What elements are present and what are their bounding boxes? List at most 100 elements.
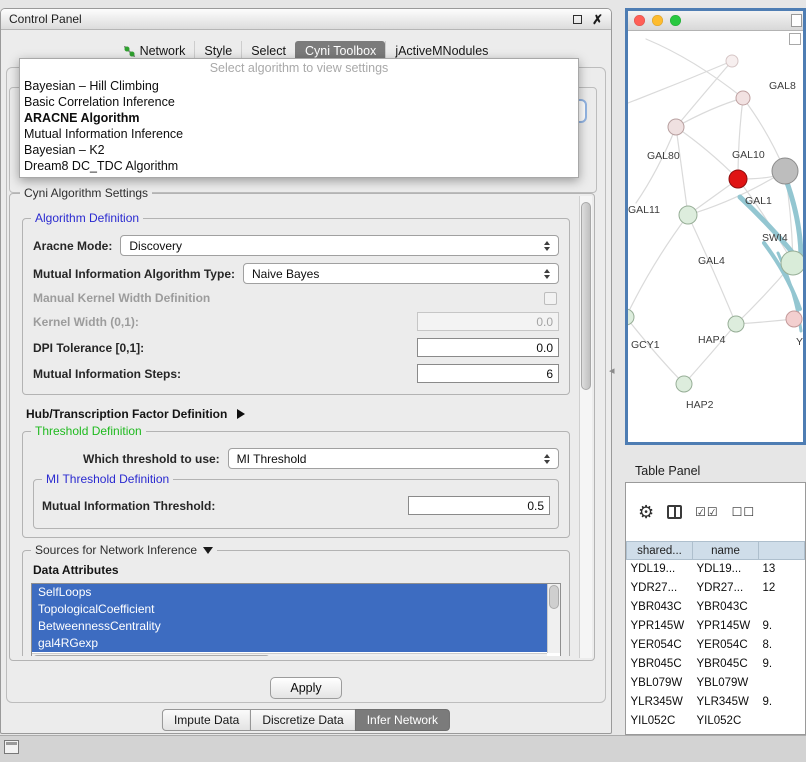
table-cell[interactable]: YPR145W [693, 617, 759, 636]
zoom-traffic-light[interactable] [670, 15, 681, 26]
algorithm-option-bayesian-hill-climbing[interactable]: Bayesian – Hill Climbing [20, 78, 578, 94]
dpi-tolerance-input[interactable]: 0.0 [417, 338, 559, 357]
scrollbar-thumb[interactable] [549, 585, 559, 609]
table-row[interactable]: YBL079WYBL079W [627, 674, 805, 693]
network-titlebar[interactable] [628, 11, 803, 31]
bottom-tab-infer-network[interactable]: Infer Network [355, 709, 450, 731]
table-cell[interactable] [759, 712, 805, 731]
window-button[interactable] [791, 14, 802, 27]
network-edge[interactable] [738, 98, 743, 179]
network-node-gal8[interactable] [736, 91, 750, 105]
network-node-hap4[interactable] [728, 316, 744, 332]
network-node-swi4[interactable] [781, 251, 803, 275]
float-panel-icon[interactable] [573, 15, 582, 24]
mi-threshold-input[interactable]: 0.5 [408, 496, 550, 515]
algorithm-option-basic-correlation-inference[interactable]: Basic Correlation Inference [20, 94, 578, 110]
table-cell[interactable]: YDR27... [693, 579, 759, 598]
attribute-item-gal4rgexp[interactable]: gal4RGexp [32, 635, 547, 652]
network-canvas[interactable]: GAL8GAL80GAL10GAL11GAL1SWI4GAL4GCY1HAP4H… [628, 31, 803, 442]
table-cell[interactable]: 13 [759, 560, 805, 579]
close-traffic-light[interactable] [634, 15, 645, 26]
table-cell[interactable]: YDR27... [627, 579, 693, 598]
table-cell[interactable]: YDL19... [627, 560, 693, 579]
table-cell[interactable] [759, 598, 805, 617]
table-cell[interactable]: YDL19... [693, 560, 759, 579]
attribute-item-betweennesscentrality[interactable]: BetweennessCentrality [32, 618, 547, 635]
scrollbar-thumb[interactable] [581, 202, 591, 390]
minimize-traffic-light[interactable] [652, 15, 663, 26]
column-header[interactable]: shared... [627, 542, 693, 560]
column-selector-icon[interactable] [667, 505, 682, 519]
list-vscrollbar[interactable] [547, 584, 560, 653]
network-edge[interactable] [688, 215, 736, 324]
deselect-all-icon[interactable]: ☐☐ [732, 505, 756, 519]
which-threshold-combo[interactable]: MI Threshold [228, 448, 559, 469]
column-header[interactable] [759, 542, 805, 560]
select-all-icon[interactable]: ☑☑ [695, 505, 719, 519]
table-cell[interactable]: 12 [759, 579, 805, 598]
attribute-item-topologicalcoefficient[interactable]: TopologicalCoefficient [32, 601, 547, 618]
network-node-right-pink[interactable] [786, 311, 802, 327]
manual-kernel-checkbox[interactable] [544, 292, 557, 305]
network-node-gal11[interactable] [679, 206, 697, 224]
network-node-gal1[interactable] [772, 158, 798, 184]
network-edge[interactable] [646, 39, 743, 98]
table-cell[interactable]: YBL079W [693, 674, 759, 693]
settings-scrollbar[interactable] [579, 196, 592, 658]
table-cell[interactable]: YBR045C [693, 655, 759, 674]
mi-type-combo[interactable]: Naive Bayes [243, 263, 559, 284]
table-cell[interactable]: YER054C [693, 636, 759, 655]
control-panel-titlebar[interactable]: Control Panel ✗ [1, 9, 611, 30]
network-edge[interactable] [736, 319, 794, 324]
table-cell[interactable]: YBR045C [627, 655, 693, 674]
table-cell[interactable]: YPR145W [627, 617, 693, 636]
network-edge[interactable] [676, 127, 738, 179]
algorithm-option-bayesian-k2[interactable]: Bayesian – K2 [20, 142, 578, 158]
network-node-gcy1[interactable] [628, 309, 634, 325]
algorithm-option-mutual-information-inference[interactable]: Mutual Information Inference [20, 126, 578, 142]
table-cell[interactable]: YBL079W [627, 674, 693, 693]
table-cell[interactable]: YBR043C [627, 598, 693, 617]
aracne-mode-combo[interactable]: Discovery [120, 235, 559, 256]
gear-icon[interactable]: ⚙ [638, 503, 654, 521]
kernel-width-input[interactable]: 0.0 [417, 312, 559, 331]
algorithm-option-aracne-algorithm[interactable]: ARACNE Algorithm [20, 110, 578, 126]
table-cell[interactable]: YLR345W [627, 693, 693, 712]
table-row[interactable]: YER054CYER054C8. [627, 636, 805, 655]
attribute-item-selfloops[interactable]: SelfLoops [32, 584, 547, 601]
table-cell[interactable]: YIL052C [693, 712, 759, 731]
table-row[interactable]: YDR27...YDR27...12 [627, 579, 805, 598]
table-cell[interactable]: YBR043C [693, 598, 759, 617]
mi-steps-input[interactable]: 6 [417, 364, 559, 383]
overview-toggle[interactable] [789, 33, 801, 45]
table-cell[interactable] [759, 674, 805, 693]
bottom-tab-impute-data[interactable]: Impute Data [162, 709, 251, 731]
network-node-top-faint[interactable] [726, 55, 738, 67]
network-edge[interactable] [676, 98, 743, 127]
table-row[interactable]: YDL19...YDL19...13 [627, 560, 805, 579]
table-cell[interactable]: 9. [759, 693, 805, 712]
sources-toggle[interactable]: Sources for Network Inference [31, 543, 217, 557]
network-edge[interactable] [676, 61, 732, 127]
close-icon[interactable]: ✗ [592, 13, 603, 26]
table-cell[interactable]: 9. [759, 655, 805, 674]
table-row[interactable]: YIL052CYIL052C [627, 712, 805, 731]
network-edge[interactable] [684, 324, 736, 384]
network-graph[interactable]: GAL8GAL80GAL10GAL11GAL1SWI4GAL4GCY1HAP4H… [628, 31, 803, 442]
bottom-tab-discretize-data[interactable]: Discretize Data [250, 709, 355, 731]
algorithm-option-dream8-dc-tdc-algorithm[interactable]: Dream8 DC_TDC Algorithm [20, 158, 578, 174]
table-cell[interactable]: 8. [759, 636, 805, 655]
list-hscrollbar[interactable] [32, 653, 547, 656]
network-edge[interactable] [628, 215, 688, 317]
apply-button[interactable]: Apply [270, 677, 342, 699]
hub-definition-toggle[interactable]: Hub/Transcription Factor Definition [26, 407, 570, 421]
scrollbar-thumb[interactable] [33, 655, 270, 656]
table-row[interactable]: YBR043CYBR043C [627, 598, 805, 617]
table-row[interactable]: YBR045CYBR045C9. [627, 655, 805, 674]
table-cell[interactable]: YLR345W [693, 693, 759, 712]
network-edge[interactable] [676, 127, 688, 215]
network-edge[interactable] [636, 127, 676, 203]
table-cell[interactable]: YER054C [627, 636, 693, 655]
table-cell[interactable]: 9. [759, 617, 805, 636]
network-node-hap2[interactable] [676, 376, 692, 392]
